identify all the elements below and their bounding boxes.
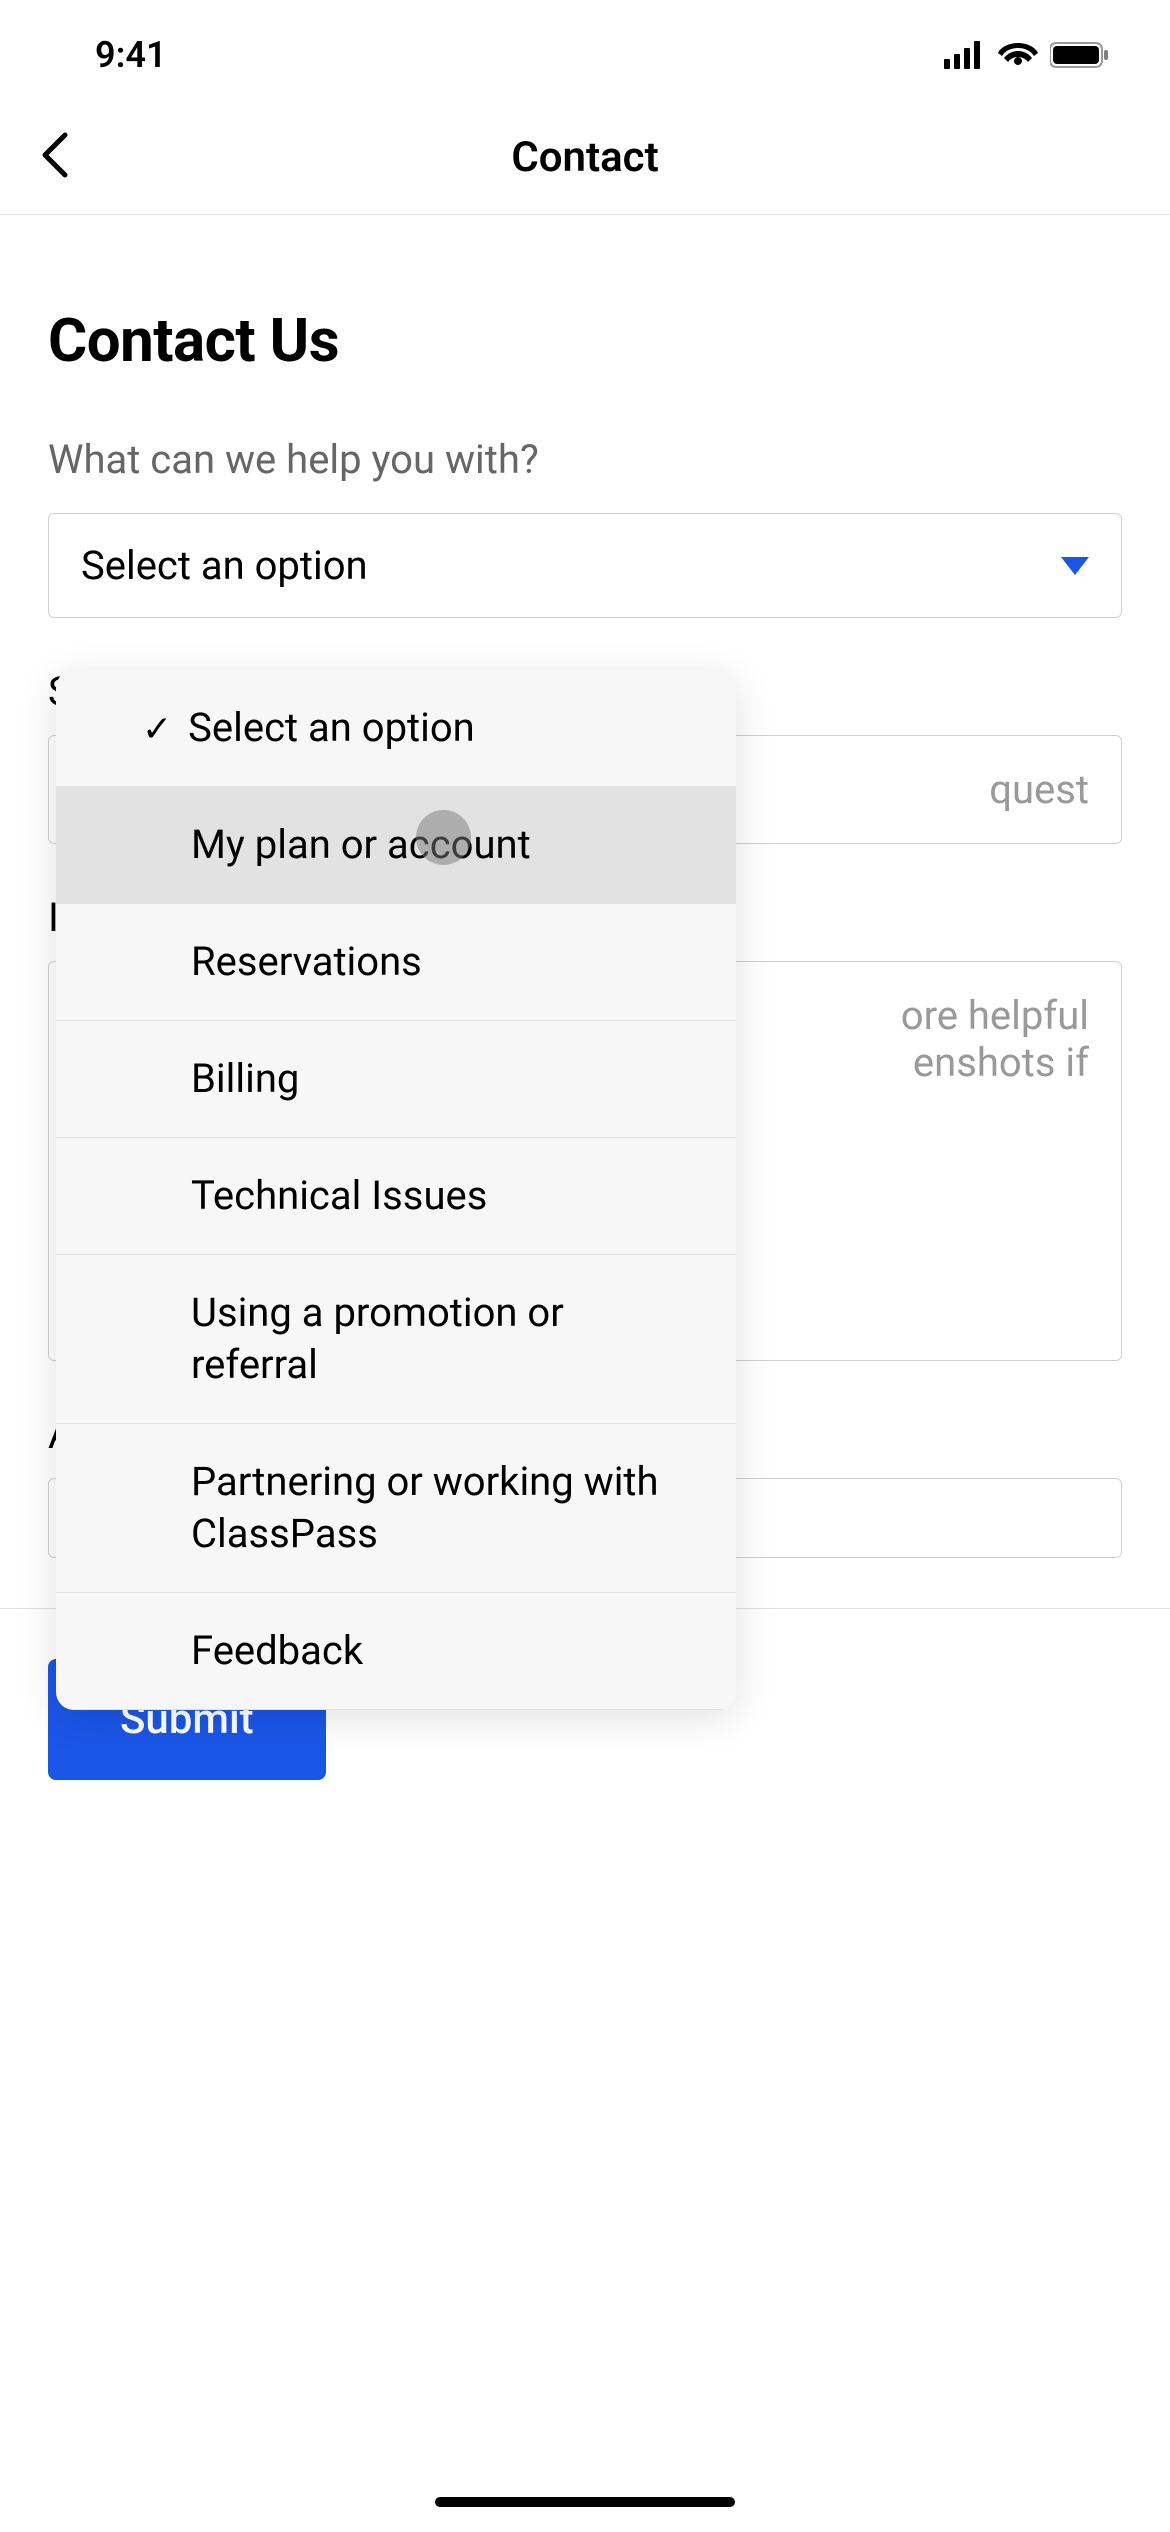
subject-placeholder-fragment: quest [989, 766, 1089, 813]
topic-dropdown-menu: ✓ Select an option My plan or account Res… [56, 670, 736, 1710]
dropdown-option-label: My plan or account [191, 821, 531, 868]
cellular-icon [944, 41, 986, 69]
dropdown-option-billing[interactable]: Billing [56, 1021, 736, 1138]
dropdown-option-placeholder[interactable]: ✓ Select an option [56, 670, 736, 787]
back-button[interactable] [40, 130, 70, 184]
nav-title: Contact [511, 133, 658, 182]
chevron-left-icon [40, 130, 70, 180]
topic-label: What can we help you with? [48, 436, 1122, 483]
page-heading: Contact Us [48, 305, 1122, 376]
topic-select-text: Select an option [81, 542, 368, 589]
dropdown-option-label: Billing [191, 1055, 299, 1102]
topic-select[interactable]: Select an option [48, 513, 1122, 618]
dropdown-option-label: Select an option [188, 704, 475, 751]
dropdown-option-promotion[interactable]: Using a promotion or referral [56, 1255, 736, 1424]
dropdown-option-partnering[interactable]: Partnering or working with ClassPass [56, 1424, 736, 1593]
wifi-icon [998, 41, 1038, 69]
status-bar: 9:41 [0, 0, 1170, 100]
battery-icon [1050, 41, 1110, 69]
tap-indicator [416, 810, 471, 865]
dropdown-option-technical[interactable]: Technical Issues [56, 1138, 736, 1255]
status-icons [944, 41, 1110, 69]
dropdown-option-label: Partnering or working with ClassPass [191, 1458, 659, 1557]
dropdown-option-feedback[interactable]: Feedback [56, 1593, 736, 1710]
dropdown-option-my-plan[interactable]: My plan or account [56, 787, 736, 904]
dropdown-option-label: Using a promotion or referral [191, 1289, 564, 1388]
status-time: 9:41 [95, 34, 167, 76]
home-indicator [435, 2497, 735, 2507]
dropdown-option-reservations[interactable]: Reservations [56, 904, 736, 1021]
dropdown-option-label: Feedback [191, 1627, 363, 1674]
checkmark-icon: ✓ [142, 708, 172, 750]
dropdown-arrow-icon [1061, 557, 1089, 575]
dropdown-option-label: Technical Issues [191, 1172, 487, 1219]
nav-bar: Contact [0, 100, 1170, 215]
dropdown-option-label: Reservations [191, 938, 422, 985]
